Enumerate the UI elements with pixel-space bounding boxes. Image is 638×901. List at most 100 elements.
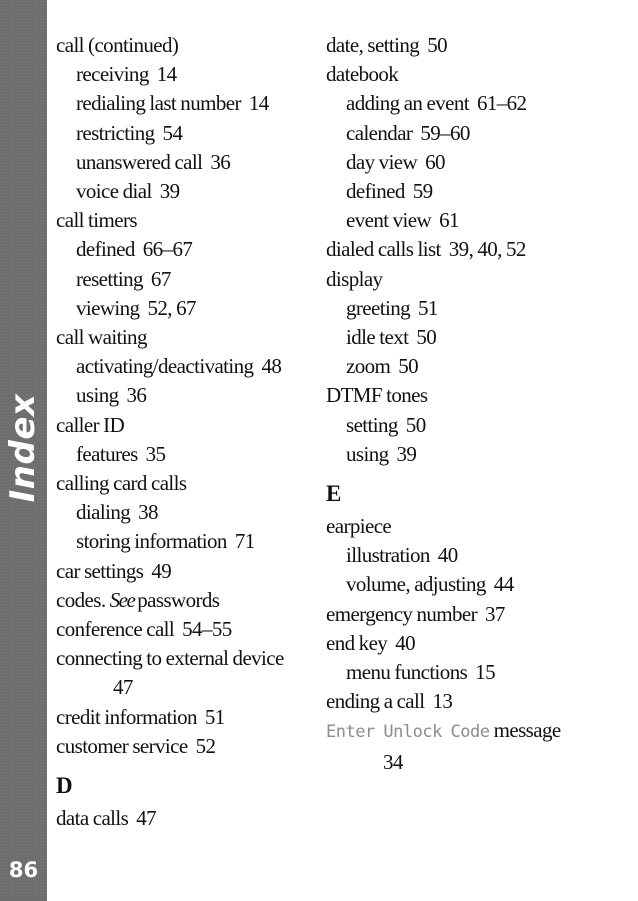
entry-pages: 40 xyxy=(437,543,458,568)
entry-pages: 39 xyxy=(396,441,417,466)
entry-pages: 39 xyxy=(159,179,180,204)
display-message-text: Enter Unlock Code xyxy=(326,722,490,743)
entry-pages: 66–67 xyxy=(142,237,193,262)
index-subentry: features 35 xyxy=(56,440,306,469)
index-subentry: zoom 50 xyxy=(326,352,586,381)
entry-pages: 47 xyxy=(136,806,157,831)
index-entry: earpiece xyxy=(326,512,586,541)
entry-term: dialed calls list xyxy=(326,237,441,262)
entry-pages: 52 xyxy=(195,733,216,758)
entry-term: emergency number xyxy=(326,601,478,626)
index-subentry: using 36 xyxy=(56,381,306,410)
index-entry: datebook xyxy=(326,60,586,89)
entry-term: storing information xyxy=(76,529,227,554)
index-subentry: illustration 40 xyxy=(326,541,586,570)
index-entry: connecting to external device 47 xyxy=(56,644,306,702)
entry-term: caller ID xyxy=(56,412,125,437)
entry-term: greeting xyxy=(346,295,411,320)
entry-pages: 67 xyxy=(150,266,171,291)
index-subentry: resetting 67 xyxy=(56,265,306,294)
index-subentry: storing information 71 xyxy=(56,527,306,556)
index-sidebar-tab: Index 86 xyxy=(0,0,47,901)
entry-pages: 60 xyxy=(425,149,445,174)
index-entry: emergency number 37 xyxy=(326,600,586,629)
index-entry-cross-reference: codes. See passwords xyxy=(56,586,306,615)
index-subentry: redialing last number 14 xyxy=(56,89,306,118)
index-entry: call (continued) xyxy=(56,31,306,60)
entry-term: credit information xyxy=(56,704,198,729)
entry-term: calendar xyxy=(346,120,413,145)
entry-pages: 13 xyxy=(432,689,453,714)
index-entry: Enter Unlock Code message 34 xyxy=(326,716,586,776)
entry-term: adding an event xyxy=(346,91,470,116)
entry-term: call timers xyxy=(56,208,138,233)
entry-pages: 34 xyxy=(383,749,403,774)
entry-term: connecting to external device xyxy=(56,646,284,671)
index-entry: display xyxy=(326,265,586,294)
entry-term: calling card calls xyxy=(56,471,187,496)
entry-pages: 15 xyxy=(475,660,495,685)
entry-pages: 39, 40, 52 xyxy=(448,237,527,262)
index-entry: dialed calls list 39, 40, 52 xyxy=(326,235,586,264)
entry-pages: 36 xyxy=(126,383,147,408)
index-subentry: adding an event 61–62 xyxy=(326,89,586,118)
index-entry: customer service 52 xyxy=(56,732,306,761)
entry-term: defined xyxy=(346,179,405,204)
entry-term: dialing xyxy=(76,500,131,525)
index-subentry: greeting 51 xyxy=(326,294,586,323)
entry-pages: 14 xyxy=(248,91,269,116)
index-subentry: volume, adjusting 44 xyxy=(326,570,586,599)
index-entry: end key 40 xyxy=(326,629,586,658)
entry-pages: 50 xyxy=(427,33,447,57)
index-subentry: setting 50 xyxy=(326,411,586,440)
entry-term: resetting xyxy=(76,266,144,291)
letter-heading-e: E xyxy=(326,481,342,507)
entry-term: activating/deactivating xyxy=(76,354,254,379)
entry-term: earpiece xyxy=(326,514,392,539)
index-entry: caller ID xyxy=(56,411,306,440)
section-label: Index xyxy=(3,393,43,503)
index-entry: calling card calls xyxy=(56,469,306,498)
entry-pages: 54–55 xyxy=(182,617,232,642)
entry-term: customer service xyxy=(56,733,188,758)
entry-term: unanswered call xyxy=(76,149,203,174)
index-subentry: receiving 14 xyxy=(56,60,306,89)
entry-term: using xyxy=(76,383,119,408)
index-subentry: idle text 50 xyxy=(326,323,586,352)
index-subentry: dialing 38 xyxy=(56,498,306,527)
entry-pages: 37 xyxy=(485,601,505,626)
index-subentry: viewing 52, 67 xyxy=(56,294,306,323)
entry-pages: 51 xyxy=(418,295,438,320)
entry-pages: 61–62 xyxy=(476,91,527,116)
entry-term: using xyxy=(346,441,389,466)
entry-term: defined xyxy=(76,237,135,262)
index-entry: conference call 54–55 xyxy=(56,615,306,644)
see-reference-label: See xyxy=(109,587,136,612)
index-subentry: unanswered call 36 xyxy=(56,148,306,177)
index-subentry: activating/deactivating 48 xyxy=(56,352,306,381)
entry-pages: 50 xyxy=(398,354,419,379)
entry-pages: 44 xyxy=(493,572,514,597)
entry-term: receiving xyxy=(76,62,149,87)
entry-term: volume, adjusting xyxy=(346,572,486,597)
entry-term: message xyxy=(493,718,562,743)
page-number: 86 xyxy=(8,858,39,882)
entry-term: codes. xyxy=(56,587,106,612)
index-entry: DTMF tones xyxy=(326,381,586,410)
index-subentry: voice dial 39 xyxy=(56,177,306,206)
entry-pages: 54 xyxy=(162,120,183,145)
entry-term: datebook xyxy=(326,62,399,87)
index-entry: call timers xyxy=(56,206,306,235)
index-subentry: defined 59 xyxy=(326,177,586,206)
entry-pages: 50 xyxy=(416,325,437,350)
index-column-right: date, setting 50 datebook adding an event… xyxy=(326,31,586,777)
entry-term: date, setting xyxy=(326,33,420,57)
entry-term: zoom xyxy=(346,354,391,379)
index-subentry: restricting 54 xyxy=(56,119,306,148)
entry-term: call waiting xyxy=(56,325,147,350)
index-subentry: using 39 xyxy=(326,440,586,469)
index-entry: credit information 51 xyxy=(56,703,306,732)
entry-pages: 59–60 xyxy=(420,120,470,145)
index-entry: call waiting xyxy=(56,323,306,352)
entry-term: display xyxy=(326,266,383,291)
